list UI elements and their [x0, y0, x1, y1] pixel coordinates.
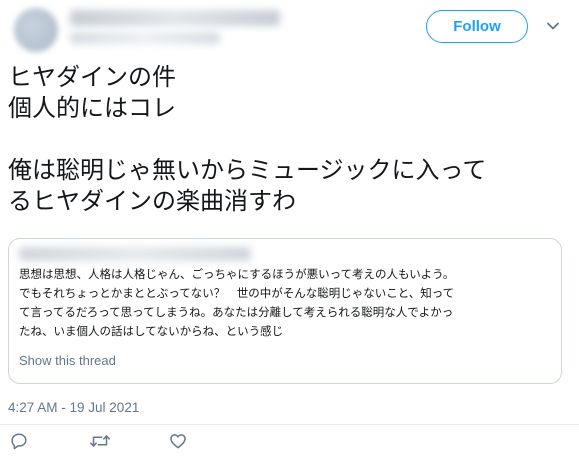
- divider: [0, 424, 579, 425]
- show-thread-link[interactable]: Show this thread: [19, 353, 116, 368]
- tweet-card: Follow ヒヤダインの件 個人的にはコレ 俺は聡明じゃ無いからミュージックに…: [0, 0, 579, 462]
- handle-redacted[interactable]: [70, 32, 220, 44]
- avatar[interactable]: [14, 8, 58, 52]
- quoted-tweet-card[interactable]: 思想は思想、人格は人格じゃん、ごっちゃにするほうが悪いって考えの人もいよう。 で…: [8, 238, 562, 384]
- tweet-timestamp[interactable]: 4:27 AM - 19 Jul 2021: [8, 400, 139, 415]
- tweet-text: ヒヤダインの件 個人的にはコレ 俺は聡明じゃ無いからミュージックに入って るヒヤ…: [8, 63, 487, 215]
- quoted-author-redacted: [19, 247, 251, 261]
- retweet-icon[interactable]: [89, 432, 111, 450]
- like-icon[interactable]: [169, 432, 187, 450]
- quoted-tweet-text: 思想は思想、人格は人格じゃん、ごっちゃにするほうが悪いって考えの人もいよう。 で…: [19, 267, 455, 338]
- follow-button[interactable]: Follow: [426, 10, 528, 43]
- display-name-redacted[interactable]: [70, 10, 280, 26]
- reply-icon[interactable]: [10, 432, 28, 450]
- chevron-down-icon[interactable]: [545, 18, 561, 34]
